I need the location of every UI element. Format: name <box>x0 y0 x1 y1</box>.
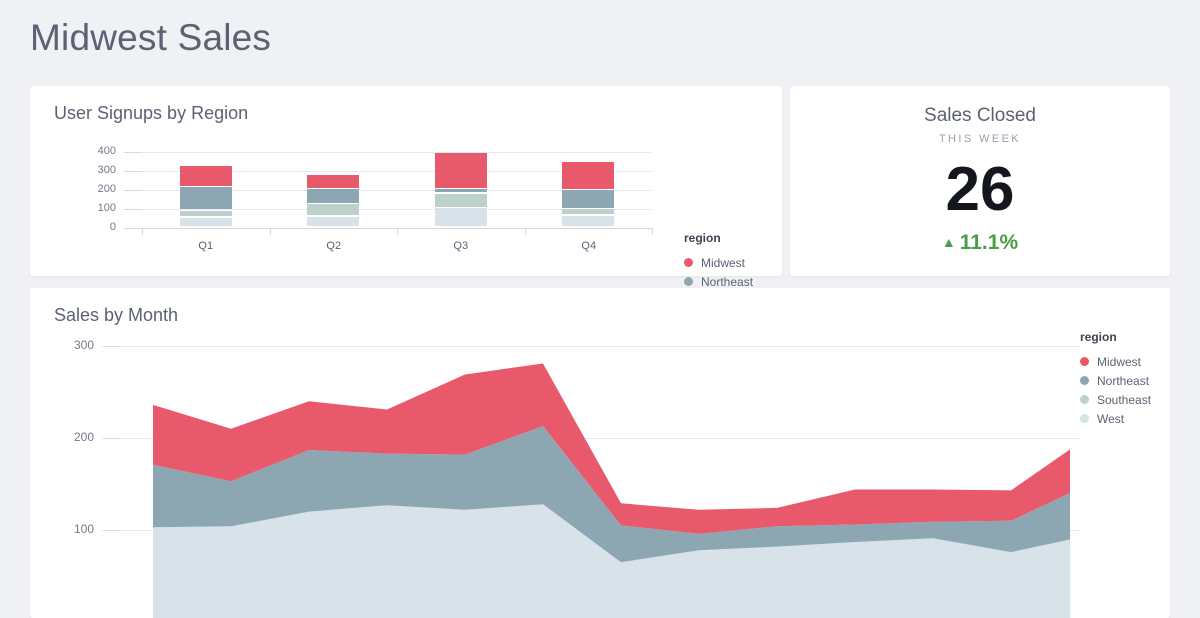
kpi-delta: ▲ 11.1% <box>790 231 1170 255</box>
trend-up-icon: ▲ <box>941 234 956 250</box>
y-axis-label: 200 <box>97 183 116 195</box>
bar-column-q3[interactable] <box>435 152 487 228</box>
card-sales-by-month: Sales by Month 300 200 100 region Midwest N… <box>30 288 1170 618</box>
bar-segment-west[interactable] <box>562 215 614 227</box>
legend-title: region <box>684 231 721 245</box>
card-sales-closed: Sales Closed THIS WEEK 26 ▲ 11.1% <box>790 86 1170 276</box>
legend-swatch-icon <box>1080 357 1089 366</box>
card-user-signups: User Signups by Region 400 300 200 100 0 Q1 Q… <box>30 86 782 327</box>
legend-sales-by-month: region Midwest Northeast Southeast West <box>1080 330 1151 428</box>
y-tick-mark <box>124 228 142 229</box>
y-axis-label: 100 <box>97 202 116 214</box>
x-tick-mark <box>652 228 653 235</box>
legend-item-southeast[interactable]: Southeast <box>1080 390 1151 409</box>
x-axis-label-q3: Q3 <box>453 240 469 252</box>
bar-segment-southeast[interactable] <box>435 193 487 207</box>
y-axis-label: 100 <box>73 522 94 536</box>
y-tick-mark <box>103 346 121 347</box>
legend-swatch-icon <box>1080 395 1089 404</box>
y-tick-mark <box>103 530 121 531</box>
x-axis-label-q1: Q1 <box>198 240 214 252</box>
legend-item-label: Northeast <box>1097 373 1150 388</box>
area-chart-plot <box>123 346 1070 618</box>
bar-segment-southeast[interactable] <box>307 204 359 216</box>
bar-segment-west[interactable] <box>180 217 232 227</box>
bar-segment-northeast[interactable] <box>562 190 614 208</box>
legend-item-midwest[interactable]: Midwest <box>1080 352 1151 371</box>
legend-swatch-icon <box>684 258 693 267</box>
kpi-value: 26 <box>945 155 1015 224</box>
y-axis-label: 400 <box>97 145 116 157</box>
card-title-user-signups: User Signups by Region <box>54 103 249 123</box>
bar-column-q1[interactable] <box>180 152 232 228</box>
bar-segment-southeast[interactable] <box>562 209 614 215</box>
x-axis-label-q4: Q4 <box>581 240 597 252</box>
legend-swatch-icon <box>684 277 693 286</box>
dashboard-page: Midwest Sales User Signups by Region 400… <box>0 0 1200 618</box>
x-tick-mark <box>270 228 271 235</box>
bar-column-q2[interactable] <box>307 152 359 228</box>
legend-item-label: Midwest <box>701 255 746 270</box>
x-tick-mark <box>525 228 526 235</box>
bar-segment-midwest[interactable] <box>562 161 614 189</box>
legend-item-midwest[interactable]: Midwest <box>684 253 755 272</box>
legend-item-west[interactable]: West <box>1080 409 1151 428</box>
card-title-sales-by-month: Sales by Month <box>54 305 179 325</box>
x-tick-mark <box>397 228 398 235</box>
legend-item-label: Midwest <box>1097 354 1142 369</box>
kpi-title: Sales Closed <box>924 105 1036 126</box>
y-tick-mark <box>124 209 142 210</box>
x-axis-label-q2: Q2 <box>326 240 342 252</box>
y-tick-mark <box>124 190 142 191</box>
y-tick-mark <box>124 152 142 153</box>
y-axis-label: 300 <box>97 164 116 176</box>
legend-item-northeast[interactable]: Northeast <box>1080 371 1151 390</box>
y-axis-label: 0 <box>109 221 116 233</box>
y-tick-mark <box>124 171 142 172</box>
bar-segment-west[interactable] <box>307 216 359 227</box>
bar-segment-northeast[interactable] <box>435 189 487 193</box>
kpi-delta-value: 11.1% <box>959 231 1019 254</box>
bar-segment-northeast[interactable] <box>307 189 359 203</box>
legend-swatch-icon <box>1080 376 1089 385</box>
bar-segment-midwest[interactable] <box>435 152 487 188</box>
bar-segment-midwest[interactable] <box>180 166 232 186</box>
legend-title: region <box>1080 330 1117 344</box>
bar-segment-midwest[interactable] <box>307 174 359 188</box>
y-axis-label: 200 <box>73 430 94 444</box>
bar-segment-northeast[interactable] <box>180 187 232 210</box>
legend-item-label: Southeast <box>1097 392 1152 407</box>
legend-swatch-icon <box>1080 414 1089 423</box>
legend-item-label: Northeast <box>701 274 754 289</box>
y-tick-mark <box>103 438 121 439</box>
bar-segment-west[interactable] <box>435 208 487 227</box>
x-tick-mark <box>142 228 143 235</box>
page-title: Midwest Sales <box>30 17 272 58</box>
legend-item-label: West <box>1097 411 1125 426</box>
kpi-subtitle: THIS WEEK <box>938 133 1022 145</box>
bar-segment-southeast[interactable] <box>180 210 232 217</box>
bar-column-q4[interactable] <box>562 152 614 228</box>
y-axis-label: 300 <box>73 338 94 352</box>
